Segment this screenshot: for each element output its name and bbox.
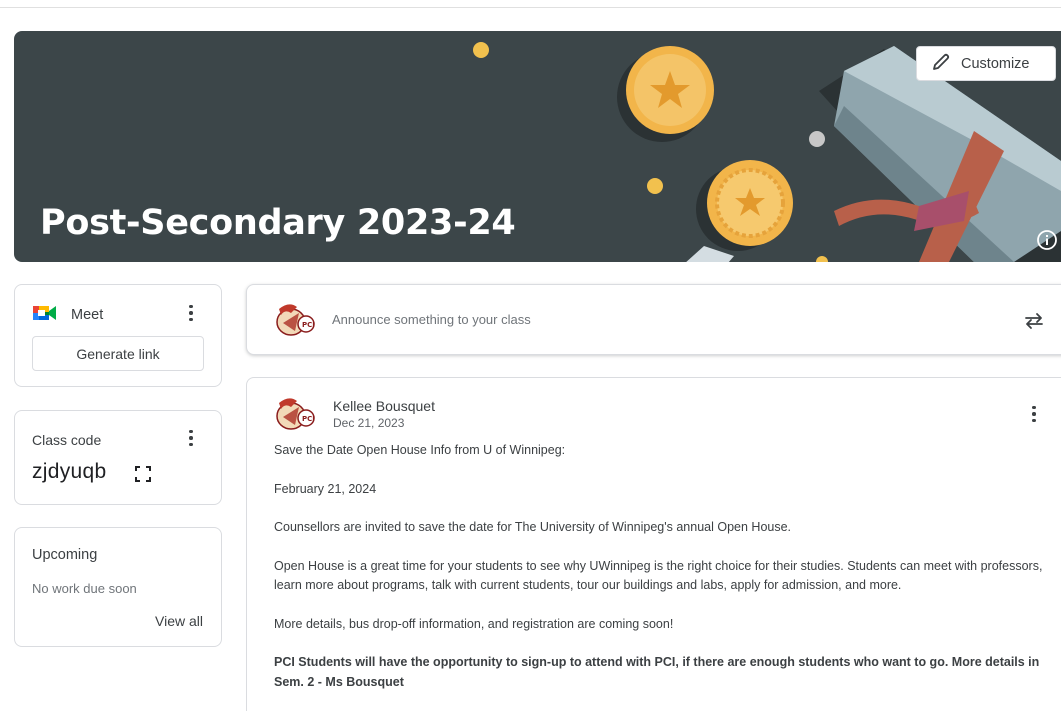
more-vert-icon[interactable] bbox=[181, 428, 201, 448]
info-icon[interactable] bbox=[1036, 229, 1058, 251]
avatar: PCI bbox=[273, 395, 315, 438]
svg-text:PCI: PCI bbox=[302, 415, 315, 423]
customize-button[interactable]: Customize bbox=[916, 46, 1056, 81]
post-paragraph: Save the Date Open House Info from U of … bbox=[274, 443, 566, 457]
upcoming-title: Upcoming bbox=[32, 547, 98, 563]
class-code-label: Class code bbox=[32, 432, 102, 448]
post-body: Save the Date Open House Info from U of … bbox=[274, 441, 1061, 711]
generate-link-button[interactable]: Generate link bbox=[32, 336, 204, 371]
pencil-icon bbox=[931, 52, 951, 76]
svg-text:PCI: PCI bbox=[302, 321, 315, 329]
class-title: Post-Secondary 2023-24 bbox=[40, 203, 516, 243]
announce-input[interactable]: Announce something to your class bbox=[332, 312, 531, 327]
more-vert-icon[interactable] bbox=[181, 303, 201, 323]
announcement-post: PCI Kellee Bousquet Dec 21, 2023 Save th… bbox=[246, 377, 1061, 711]
post-paragraph: Open House is a great time for your stud… bbox=[274, 558, 1043, 593]
class-code-value: zjdyuqb bbox=[32, 460, 107, 483]
meet-card: Meet Generate link bbox=[14, 284, 222, 387]
announce-box[interactable]: PCI Announce something to your class bbox=[246, 284, 1061, 355]
upcoming-empty-text: No work due soon bbox=[32, 581, 137, 596]
more-vert-icon[interactable] bbox=[1024, 404, 1044, 424]
post-author: Kellee Bousquet bbox=[333, 398, 435, 414]
meet-label: Meet bbox=[71, 307, 104, 323]
view-all-link[interactable]: View all bbox=[155, 613, 203, 629]
top-divider bbox=[0, 0, 1061, 8]
customize-label: Customize bbox=[961, 55, 1030, 72]
repost-icon[interactable] bbox=[1022, 309, 1046, 333]
class-banner: Post-Secondary 2023-24 Customize bbox=[14, 31, 1061, 262]
class-code-card: Class code zjdyuqb bbox=[14, 410, 222, 505]
post-paragraph: Counsellors are invited to save the date… bbox=[274, 520, 792, 535]
avatar: PCI bbox=[273, 301, 315, 344]
post-date: Dec 21, 2023 bbox=[333, 416, 405, 430]
post-paragraph: PCI Students will have the opportunity t… bbox=[274, 655, 1040, 689]
upcoming-card: Upcoming No work due soon View all bbox=[14, 527, 222, 647]
post-paragraph: More details, bus drop-off information, … bbox=[274, 616, 674, 631]
post-paragraph: February 21, 2024 bbox=[274, 481, 377, 496]
meet-icon bbox=[33, 304, 57, 326]
fullscreen-icon[interactable] bbox=[134, 465, 152, 483]
